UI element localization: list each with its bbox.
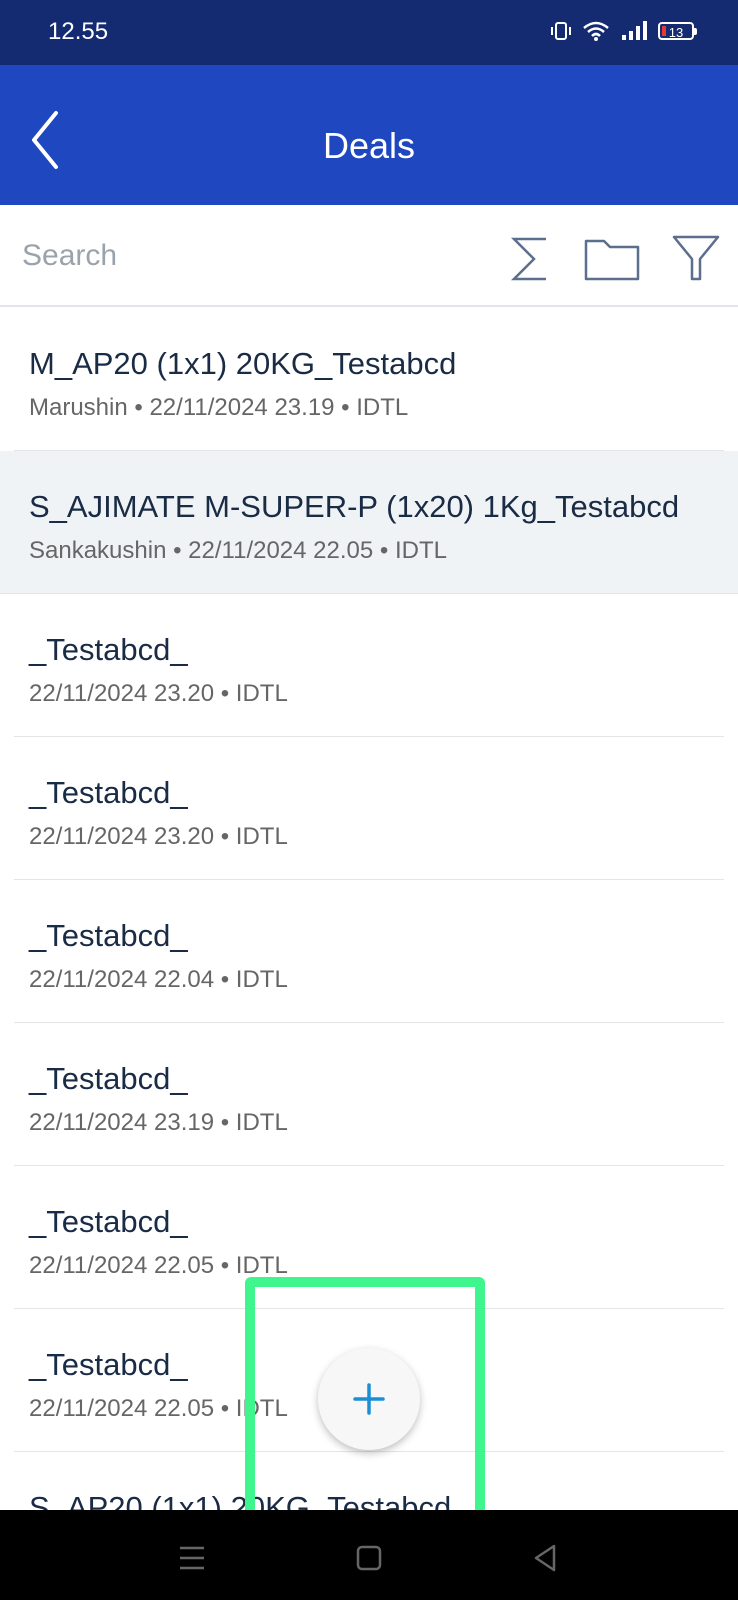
deal-title: S_AP20 (1x1) 20KG_Testabcd: [29, 1490, 452, 1510]
menu-icon: [180, 1546, 204, 1570]
list-item[interactable]: M_AP20 (1x1) 20KG_Testabcd Marushin • 22…: [14, 308, 724, 451]
deal-meta: 22/11/2024 23.19 • IDTL: [29, 1109, 288, 1136]
battery-level: 13: [668, 25, 684, 40]
deal-title: S_AJIMATE M-SUPER-P (1x20) 1Kg_Testabcd: [29, 489, 680, 524]
add-deal-button[interactable]: [318, 1348, 420, 1450]
folder-button[interactable]: [582, 233, 642, 285]
deal-title: _Testabcd_: [29, 918, 188, 953]
signal-icon: [622, 21, 647, 40]
home-square-icon: [356, 1545, 382, 1571]
battery-icon: 13: [658, 22, 697, 40]
list-item[interactable]: _Testabcd_ 22/11/2024 22.05 • IDTL: [14, 1166, 724, 1309]
deal-title: _Testabcd_: [29, 632, 188, 667]
folder-icon: [584, 239, 640, 281]
list-item[interactable]: _Testabcd_ 22/11/2024 23.19 • IDTL: [14, 1023, 724, 1166]
back-nav-button[interactable]: [526, 1538, 566, 1578]
deal-meta: 22/11/2024 23.20 • IDTL: [29, 680, 288, 707]
system-nav-bar: [0, 1510, 738, 1600]
deal-meta: Sankakushin • 22/11/2024 22.05 • IDTL: [29, 537, 447, 564]
deal-title: _Testabcd_: [29, 1204, 188, 1239]
back-triangle-icon: [534, 1544, 556, 1572]
page-title: Deals: [322, 125, 416, 166]
list-item[interactable]: _Testabcd_ 22/11/2024 22.04 • IDTL: [14, 880, 724, 1023]
status-icons: 13: [550, 20, 697, 42]
deal-title: _Testabcd_: [29, 775, 188, 810]
vibrate-icon: [551, 22, 571, 40]
sum-button[interactable]: [506, 233, 558, 285]
deals-list: M_AP20 (1x1) 20KG_Testabcd Marushin • 22…: [0, 308, 738, 1510]
deal-meta: 22/11/2024 22.05 • IDTL: [29, 1395, 288, 1422]
status-bar: 12.55 13: [0, 0, 738, 65]
search-bar: [0, 205, 738, 307]
home-nav-button[interactable]: [349, 1538, 389, 1578]
deal-title: M_AP20 (1x1) 20KG_Testabcd: [29, 346, 457, 381]
search-input[interactable]: [20, 233, 464, 279]
menu-nav-button[interactable]: [172, 1538, 212, 1578]
list-item[interactable]: S_AJIMATE M-SUPER-P (1x20) 1Kg_Testabcd …: [0, 451, 738, 594]
deal-meta: 22/11/2024 22.05 • IDTL: [29, 1252, 288, 1279]
deal-meta: Marushin • 22/11/2024 23.19 • IDTL: [29, 394, 409, 421]
deal-title: _Testabcd_: [29, 1347, 188, 1382]
filter-button[interactable]: [670, 233, 722, 285]
deal-meta: 22/11/2024 23.20 • IDTL: [29, 823, 288, 850]
wifi-icon: [583, 21, 609, 41]
list-item[interactable]: _Testabcd_ 22/11/2024 23.20 • IDTL: [14, 737, 724, 880]
filter-icon: [672, 235, 720, 281]
app-bar: Deals: [0, 65, 738, 205]
list-item[interactable]: _Testabcd_ 22/11/2024 23.20 • IDTL: [14, 594, 724, 737]
deal-title: _Testabcd_: [29, 1061, 188, 1096]
list-item[interactable]: S_AP20 (1x1) 20KG_Testabcd: [14, 1452, 724, 1510]
plus-icon: [353, 1383, 385, 1415]
deal-meta: 22/11/2024 22.04 • IDTL: [29, 966, 288, 993]
status-time: 12.55: [48, 18, 109, 45]
sigma-icon: [510, 237, 546, 281]
